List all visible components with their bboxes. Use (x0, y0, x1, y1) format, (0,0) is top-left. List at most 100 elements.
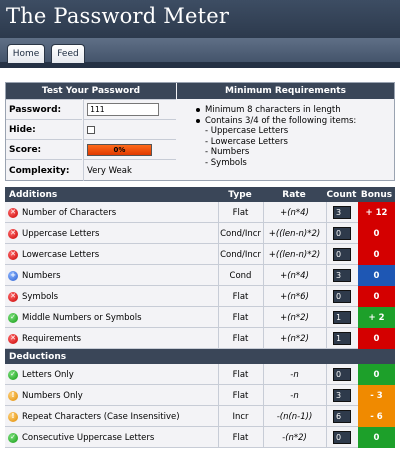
bonus-value: - 3 (358, 385, 395, 406)
row-name: Symbols (22, 291, 59, 302)
row-name: Numbers (22, 270, 61, 281)
row-rate: +(n*2) (263, 328, 325, 349)
additions-header: Additions Type Rate Count Bonus (5, 187, 395, 202)
count-cell: 0 (326, 286, 357, 307)
fail-icon: ✕ (8, 249, 18, 260)
row-rate: +(n*2) (263, 307, 325, 328)
column-type: Type (228, 189, 252, 200)
score-cell: 0% (83, 139, 176, 159)
table-row: ✕ Number of Characters Flat +(n*4) 3 + 12 (5, 202, 395, 223)
column-rate: Rate (282, 189, 306, 200)
row-name: Letters Only (22, 369, 74, 380)
status-cell: + (7, 265, 19, 286)
row-rate: +(n*6) (263, 286, 325, 307)
row-type: Cond/Incr (218, 244, 262, 265)
requirement-text: Minimum 8 characters in length (205, 105, 341, 115)
row-type: Flat (218, 328, 262, 349)
count-cell: 0 (326, 364, 357, 385)
table-row: ! Numbers Only Flat -n 3 - 3 (5, 385, 395, 406)
bullet-icon (196, 108, 200, 112)
bonus-value: 0 (358, 286, 395, 307)
score-value: 0% (113, 145, 126, 154)
row-name: Middle Numbers or Symbols (22, 312, 142, 323)
row-name: Lowercase Letters (22, 249, 100, 260)
count-cell: 1 (326, 328, 357, 349)
nav-tab-home[interactable]: Home (7, 44, 45, 63)
count-cell: 1 (326, 307, 357, 328)
status-cell: ✓ (7, 364, 19, 385)
pass-icon: ✓ (8, 369, 18, 380)
complexity-value: Very Weak (83, 159, 176, 181)
column-count: Count (326, 189, 357, 200)
warning-icon: ! (8, 411, 18, 422)
status-cell: ✕ (7, 244, 19, 265)
requirement-subitem: - Lowercase Letters (205, 136, 288, 147)
count-cell: 6 (326, 406, 357, 427)
password-cell (83, 99, 176, 119)
requirement-subitem: - Uppercase Letters (205, 126, 289, 136)
count-cell: 0 (326, 223, 357, 244)
requirements-title: Minimum Requirements (177, 83, 394, 99)
count-value: 0 (333, 227, 351, 240)
table-row: ✓ Middle Numbers or Symbols Flat +(n*2) 1 + 2 (5, 307, 395, 328)
bonus-value: 0 (358, 265, 395, 286)
test-panel-title: Test Your Password (6, 83, 176, 99)
bonus-value: + 2 (358, 307, 395, 328)
table-row: ✕ Requirements Flat +(n*2) 1 0 (5, 328, 395, 349)
nav-tab-feed[interactable]: Feed (51, 44, 85, 63)
score-label: Score: (6, 139, 82, 159)
row-type: Flat (218, 364, 262, 385)
status-cell: ✕ (7, 223, 19, 244)
table-row: ✓ Letters Only Flat -n 0 0 (5, 364, 395, 385)
count-cell: 3 (326, 385, 357, 406)
table-row: ! Repeat Characters (Case Insensitive) Inc… (5, 406, 395, 427)
table-row: ✕ Uppercase Letters Cond/Incr +((len-n)*2) 0… (5, 223, 395, 244)
count-value: 3 (333, 206, 351, 219)
additions-label: Additions (9, 189, 58, 200)
hide-checkbox[interactable] (87, 125, 95, 134)
row-rate: +(n*4) (263, 265, 325, 286)
bonus-value: 0 (358, 244, 395, 265)
count-value: 1 (333, 332, 351, 345)
complexity-label: Complexity: (6, 159, 82, 181)
row-rate: +((len-n)*2) (263, 223, 325, 244)
site-title: The Password Meter (6, 4, 230, 28)
warning-icon: ! (8, 390, 18, 401)
count-value: 0 (333, 248, 351, 261)
count-value: 1 (333, 311, 351, 324)
count-cell: 3 (326, 265, 357, 286)
status-cell: ! (7, 406, 19, 427)
column-bonus: Bonus (360, 189, 393, 200)
fail-icon: ✕ (8, 207, 18, 218)
row-type: Flat (218, 202, 262, 223)
row-rate: +((len-n)*2) (263, 244, 325, 265)
row-type: Flat (218, 385, 262, 406)
fail-icon: ✕ (8, 291, 18, 302)
requirement-subitem: - Numbers (205, 147, 250, 157)
row-name: Number of Characters (22, 207, 117, 218)
row-type: Flat (218, 307, 262, 328)
row-rate: +(n*4) (263, 202, 325, 223)
requirement-item: Contains 3/4 of the following items: (196, 116, 356, 127)
row-name: Repeat Characters (Case Insensitive) (22, 411, 180, 422)
count-value: 6 (333, 410, 351, 423)
count-value: 0 (333, 290, 351, 303)
count-cell: 3 (326, 202, 357, 223)
deductions-label: Deductions (9, 351, 67, 362)
deductions-header: Deductions (5, 349, 395, 364)
score-bar: 0% (87, 143, 152, 156)
status-cell: ! (7, 385, 19, 406)
count-value: 3 (333, 389, 351, 402)
count-value: 0 (333, 431, 351, 444)
password-input[interactable] (87, 103, 159, 116)
hide-cell (83, 119, 176, 139)
status-cell: ✕ (7, 286, 19, 307)
status-cell: ✕ (7, 328, 19, 349)
fail-icon: ✕ (8, 333, 18, 344)
requirements-list: Minimum 8 characters in length Contains … (196, 105, 356, 168)
bullet-icon (196, 118, 200, 123)
requirement-text: Contains 3/4 of the following items: (205, 115, 357, 126)
row-type: Flat (218, 286, 262, 307)
row-type: Cond/Incr (218, 223, 262, 244)
status-cell: ✕ (7, 202, 19, 223)
